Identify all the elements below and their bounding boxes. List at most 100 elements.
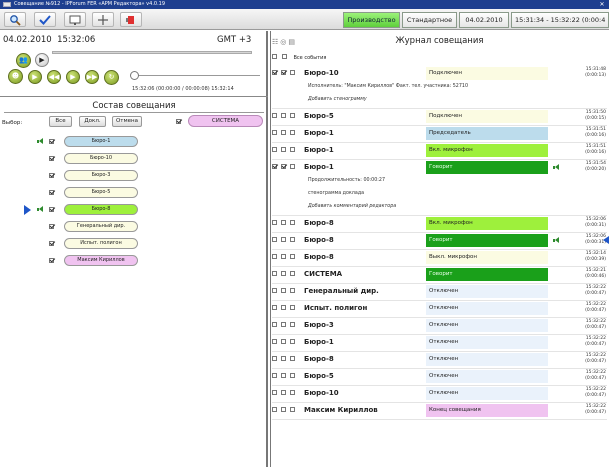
search-button[interactable] — [4, 12, 26, 27]
stop-button[interactable] — [120, 12, 142, 27]
participant-name[interactable]: Максим Кириллов — [64, 255, 138, 266]
entry-select-checkbox[interactable] — [272, 147, 277, 152]
entry-select-checkbox[interactable] — [272, 271, 277, 276]
log-entry-row[interactable]: Бюро-8 Вкл. микрофон 15:32:06 (0:00:31) — [270, 216, 609, 232]
entry-comment-checkbox[interactable] — [281, 237, 286, 242]
play-button[interactable]: ▶ — [28, 70, 42, 84]
segment-time-range[interactable]: 15:31:34 - 15:32:22 (0:00:4 — [511, 12, 609, 28]
people-button[interactable]: 👥 — [16, 53, 31, 68]
select-speakers-button[interactable]: Докл. — [79, 116, 106, 127]
time-slider-track[interactable] — [134, 75, 260, 76]
time-slider-knob[interactable] — [130, 71, 139, 80]
participant-row[interactable]: Бюро-10 — [0, 152, 268, 166]
entry-comment-checkbox[interactable] — [281, 220, 286, 225]
entry-select-checkbox[interactable] — [272, 288, 277, 293]
log-entry-row[interactable]: Генеральный дир. Отключен 15:32:22 (0:00:47… — [270, 284, 609, 300]
participant-name[interactable]: Генеральный дир. — [64, 221, 138, 232]
split-button[interactable] — [92, 12, 114, 27]
entry-note-checkbox[interactable] — [290, 237, 295, 242]
entry-comment-checkbox[interactable] — [281, 164, 286, 169]
all-events-checkbox-2[interactable] — [282, 54, 288, 59]
fast-forward-button[interactable]: ▶▶ — [85, 70, 99, 84]
log-entry-row[interactable]: Бюро-1 Председатель 15:31:51 (0:00:16) — [270, 126, 609, 142]
entry-note-checkbox[interactable] — [290, 70, 295, 75]
entry-select-checkbox[interactable] — [272, 164, 277, 169]
select-all-button[interactable]: Все — [49, 116, 72, 127]
entry-note-checkbox[interactable] — [290, 254, 295, 259]
log-entry-row[interactable]: Испыт. полигон Отключен 15:32:22 (0:00:47) — [270, 301, 609, 317]
log-entry-row[interactable]: Бюро-10 Отключен 15:32:22 (0:00:47) — [270, 386, 609, 402]
log-entry-row[interactable]: Бюро-1 Говорит 15:31:54 (0:00:20) — [270, 160, 609, 176]
person-button[interactable]: ☻ — [8, 69, 23, 84]
entry-note-checkbox[interactable] — [290, 322, 295, 327]
participant-checkbox[interactable] — [49, 207, 54, 212]
participant-row[interactable]: Генеральный дир. — [0, 220, 268, 234]
cancel-selection-button[interactable]: Отмена — [112, 116, 142, 127]
entry-select-checkbox[interactable] — [272, 407, 277, 412]
entry-comment-checkbox[interactable] — [281, 373, 286, 378]
entry-comment-checkbox[interactable] — [281, 254, 286, 259]
player-progress-bar[interactable] — [52, 51, 252, 54]
entry-note-checkbox[interactable] — [290, 220, 295, 225]
log-entry-row[interactable]: Максим Кириллов Конец совещания 15:32:22 (0… — [270, 403, 609, 419]
entry-select-checkbox[interactable] — [272, 130, 277, 135]
entry-note-checkbox[interactable] — [290, 305, 295, 310]
close-window-button[interactable]: ✕ — [597, 1, 607, 8]
participant-checkbox[interactable] — [49, 241, 54, 246]
add-note-link[interactable]: Добавить комментарий редактора — [308, 204, 396, 209]
entry-note-checkbox[interactable] — [290, 113, 295, 118]
system-checkbox[interactable] — [176, 119, 181, 124]
entry-note-checkbox[interactable] — [290, 390, 295, 395]
loop-button[interactable]: ↻ — [104, 70, 119, 85]
segment-date[interactable]: 04.02.2010 — [459, 12, 509, 28]
entry-note-checkbox[interactable] — [290, 164, 295, 169]
segment-production[interactable]: Производство — [343, 12, 400, 28]
entry-note-checkbox[interactable] — [290, 339, 295, 344]
log-entry-row[interactable]: Бюро-3 Отключен 15:32:22 (0:00:47) — [270, 318, 609, 334]
entry-comment-checkbox[interactable] — [281, 305, 286, 310]
entry-note-checkbox[interactable] — [290, 130, 295, 135]
entry-comment-checkbox[interactable] — [281, 322, 286, 327]
play-forward-button[interactable]: ▶ — [66, 70, 80, 84]
entry-note-checkbox[interactable] — [290, 407, 295, 412]
entry-select-checkbox[interactable] — [272, 356, 277, 361]
entry-comment-checkbox[interactable] — [281, 339, 286, 344]
entry-select-checkbox[interactable] — [272, 373, 277, 378]
entry-comment-checkbox[interactable] — [281, 390, 286, 395]
participant-name[interactable]: Бюро-10 — [64, 153, 138, 164]
participant-checkbox[interactable] — [49, 156, 54, 161]
entry-comment-checkbox[interactable] — [281, 130, 286, 135]
segment-standard[interactable]: Стандартное — [402, 12, 457, 28]
entry-select-checkbox[interactable] — [272, 254, 277, 259]
participant-name[interactable]: Бюро-1 — [64, 136, 138, 147]
rewind-button[interactable]: ◀◀ — [47, 70, 61, 84]
entry-select-checkbox[interactable] — [272, 322, 277, 327]
entry-note-checkbox[interactable] — [290, 271, 295, 276]
monitor-button[interactable] — [64, 12, 86, 27]
participant-row[interactable]: Бюро-1 — [0, 135, 268, 149]
entry-note-checkbox[interactable] — [290, 373, 295, 378]
entry-note-checkbox[interactable] — [290, 356, 295, 361]
entry-comment-checkbox[interactable] — [281, 356, 286, 361]
participant-name[interactable]: Бюро-5 — [64, 187, 138, 198]
entry-comment-checkbox[interactable] — [281, 407, 286, 412]
log-entry-row[interactable]: Бюро-8 Говорит 15:32:06 (0:00:31) — [270, 233, 609, 249]
entry-select-checkbox[interactable] — [272, 390, 277, 395]
log-entry-row[interactable]: Бюро-10 Подключен 15:31:48 (0:00:13) — [270, 66, 609, 82]
participant-row[interactable]: Испыт. полигон — [0, 237, 268, 251]
participant-row[interactable]: Бюро-5 — [0, 186, 268, 200]
participant-row[interactable]: Бюро-8 — [0, 203, 268, 217]
entry-select-checkbox[interactable] — [272, 305, 277, 310]
participant-checkbox[interactable] — [49, 224, 54, 229]
log-entry-row[interactable]: Бюро-8 Отключен 15:32:22 (0:00:47) — [270, 352, 609, 368]
entry-note-checkbox[interactable] — [290, 288, 295, 293]
entry-select-checkbox[interactable] — [272, 237, 277, 242]
play-button-top[interactable]: ▶ — [35, 53, 49, 67]
log-entry-row[interactable]: Бюро-1 Отключен 15:32:22 (0:00:47) — [270, 335, 609, 351]
log-entry-row[interactable]: Бюро-5 Подключен 15:31:50 (0:00:15) — [270, 109, 609, 125]
participant-row[interactable]: Максим Кириллов — [0, 254, 268, 268]
log-entry-row[interactable]: Бюро-1 Вкл. микрофон 15:31:51 (0:00:16) — [270, 143, 609, 159]
check-button[interactable] — [34, 12, 56, 27]
entry-select-checkbox[interactable] — [272, 220, 277, 225]
entry-comment-checkbox[interactable] — [281, 271, 286, 276]
